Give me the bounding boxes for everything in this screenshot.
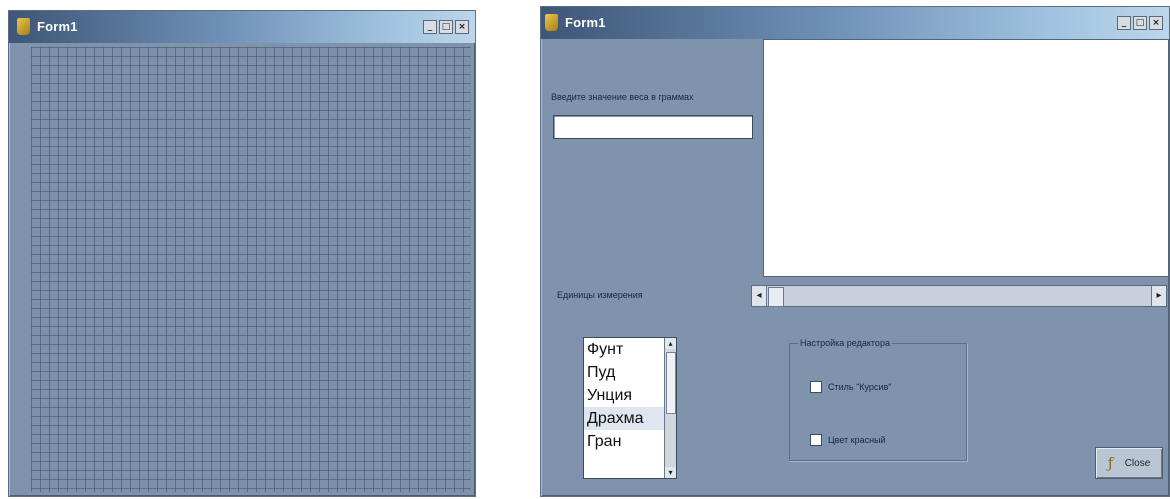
right-form-window: Form1 _ □ × Введите значение веса в грам…	[540, 6, 1170, 497]
close-button-label: Close	[1124, 457, 1151, 469]
units-label: Единицы измерения	[557, 290, 643, 300]
italic-checkbox-label: Стиль "Курсив"	[828, 382, 892, 392]
scroll-up-arrow-icon[interactable]: ▴	[665, 338, 676, 349]
left-title-bar[interactable]: Form1 _ □ ×	[9, 11, 475, 43]
left-window-controls: _ □ ×	[423, 20, 469, 34]
scroll-right-arrow-icon[interactable]: ▸	[1151, 286, 1166, 306]
minimize-icon[interactable]: _	[423, 20, 437, 34]
left-window-title: Form1	[37, 19, 78, 34]
red-color-checkbox-row[interactable]: Цвет красный	[810, 434, 886, 446]
maximize-icon[interactable]: □	[439, 20, 453, 34]
design-grid-canvas[interactable]	[31, 47, 471, 492]
right-title-bar[interactable]: Form1 _ □ ×	[541, 7, 1169, 39]
minimize-icon[interactable]: _	[1117, 16, 1131, 30]
scroll-down-arrow-icon[interactable]: ▾	[665, 467, 676, 478]
list-item[interactable]: Пуд	[584, 361, 676, 384]
form-app-icon	[17, 18, 30, 35]
listbox-scroll-thumb[interactable]	[666, 352, 676, 414]
red-color-checkbox[interactable]	[810, 434, 822, 446]
output-memo[interactable]	[763, 39, 1169, 277]
italic-style-checkbox-row[interactable]: Стиль "Курсив"	[810, 381, 891, 393]
list-item[interactable]: Гран	[584, 430, 676, 453]
close-icon[interactable]: ×	[1149, 16, 1163, 30]
close-icon[interactable]: ×	[455, 20, 469, 34]
weight-input[interactable]	[553, 115, 753, 139]
close-button[interactable]: ƒ Close	[1095, 447, 1163, 479]
form-app-icon	[545, 14, 558, 31]
maximize-icon[interactable]: □	[1133, 16, 1147, 30]
list-item[interactable]: Унция	[584, 384, 676, 407]
list-item-selected[interactable]: Драхма	[584, 407, 676, 430]
weight-prompt-label: Введите значение веса в граммах	[551, 92, 694, 102]
italic-checkbox[interactable]	[810, 381, 822, 393]
door-exit-icon: ƒ	[1107, 454, 1114, 472]
editor-settings-groupbox: Настройка редактора Стиль "Курсив" Цвет …	[789, 338, 967, 461]
units-scrollbar[interactable]: ◂ ▸	[751, 285, 1167, 307]
listbox-vertical-scrollbar[interactable]: ▴ ▾	[664, 338, 676, 478]
right-window-title: Form1	[565, 15, 606, 30]
left-form-window: Form1 _ □ ×	[8, 10, 476, 497]
scroll-left-arrow-icon[interactable]: ◂	[752, 286, 767, 306]
scrollbar-thumb[interactable]	[768, 287, 784, 307]
units-listbox[interactable]: Фунт Пуд Унция Драхма Гран ▴ ▾	[583, 337, 677, 479]
right-window-controls: _ □ ×	[1117, 16, 1163, 30]
list-item[interactable]: Фунт	[584, 338, 676, 361]
red-color-checkbox-label: Цвет красный	[828, 435, 886, 445]
groupbox-caption: Настройка редактора	[798, 338, 892, 348]
